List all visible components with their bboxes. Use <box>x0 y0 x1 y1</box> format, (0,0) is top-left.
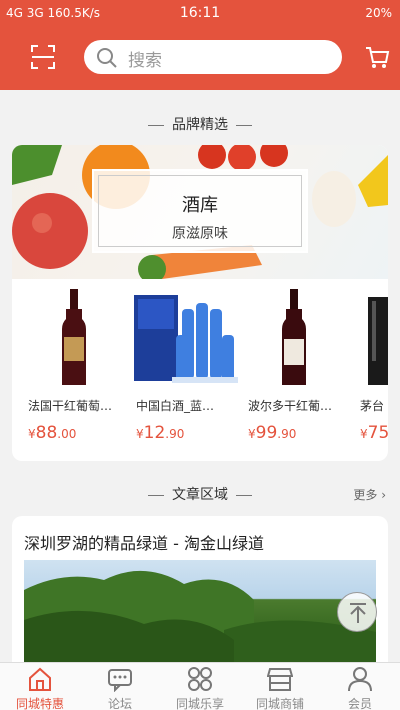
product-price: ¥12.90 <box>136 423 185 443</box>
banner-label-box: 酒库 原滋原味 <box>92 169 308 253</box>
moutai-box-image <box>368 297 388 385</box>
product-card[interactable]: 茅台 ¥75 <box>356 285 388 455</box>
product-price: ¥99.90 <box>248 423 297 443</box>
product-name: 法国干红葡萄… <box>28 399 113 413</box>
brand-banner[interactable]: 酒库 原滋原味 <box>12 145 388 279</box>
article-card[interactable]: 深圳罗湖的精品绿道 - 淘金山绿道 <box>12 516 388 676</box>
product-card[interactable]: 中国白酒_蓝… ¥12.90 <box>132 285 242 455</box>
article-image <box>24 560 376 670</box>
brand-section-title: 品牌精选 <box>0 114 400 134</box>
tab-city-shops[interactable]: 同城商铺 <box>240 663 320 710</box>
product-card[interactable]: 法国干红葡萄… ¥88.00 <box>24 285 134 455</box>
store-icon <box>267 668 293 691</box>
chat-icon <box>108 669 132 692</box>
bordeaux-wine-bottle-image <box>282 289 306 385</box>
search-input[interactable]: 搜索 <box>84 40 342 74</box>
chevron-right-icon: › <box>381 488 386 502</box>
more-link[interactable]: 更多 › <box>353 486 386 503</box>
tab-member[interactable]: 会员 <box>320 663 400 710</box>
clock: 16:11 <box>179 5 221 21</box>
battery-level: 20% <box>365 6 392 20</box>
status-bar: 4G 3G 160.5K/s 16:11 20% <box>0 0 400 28</box>
back-to-top-button[interactable] <box>337 592 377 632</box>
grid-icon <box>188 667 212 691</box>
article-section-title: 文章区域 <box>0 484 400 504</box>
header-bar: 4G 3G 160.5K/s 16:11 20% 搜索 <box>0 0 400 90</box>
product-price: ¥75 <box>360 423 388 443</box>
search-icon <box>97 48 117 68</box>
article-section-header: 文章区域 更多 › <box>0 484 400 504</box>
home-icon <box>29 667 51 691</box>
user-icon <box>348 667 372 692</box>
product-card[interactable]: 波尔多干红葡… ¥99.90 <box>244 285 354 455</box>
baijiu-box-image <box>134 295 238 383</box>
brand-card[interactable]: 酒库 原滋原味 法国干红葡萄… ¥88.00 中国白酒_蓝… ¥12.90 波尔… <box>12 145 388 461</box>
cart-icon[interactable] <box>364 44 390 70</box>
product-name: 茅台 <box>360 399 385 413</box>
tab-city-share[interactable]: 同城乐享 <box>160 663 240 710</box>
product-name: 波尔多干红葡… <box>248 399 333 413</box>
product-price: ¥88.00 <box>28 423 77 443</box>
scan-icon[interactable] <box>30 44 56 70</box>
red-wine-bottle-image <box>62 289 86 385</box>
banner-title: 酒库 <box>182 195 218 216</box>
product-list: 法国干红葡萄… ¥88.00 中国白酒_蓝… ¥12.90 波尔多干红葡… ¥9… <box>12 285 388 455</box>
bottom-tab-bar: 同城特惠 论坛 同城乐享 同城商铺 会员 <box>0 662 400 710</box>
arrow-up-icon <box>350 603 366 623</box>
article-title: 深圳罗湖的精品绿道 - 淘金山绿道 <box>24 534 264 553</box>
product-name: 中国白酒_蓝… <box>136 399 215 413</box>
tab-city-deals[interactable]: 同城特惠 <box>0 663 80 710</box>
banner-subtitle: 原滋原味 <box>172 226 228 242</box>
search-placeholder: 搜索 <box>128 51 162 71</box>
tab-forum[interactable]: 论坛 <box>80 663 160 710</box>
